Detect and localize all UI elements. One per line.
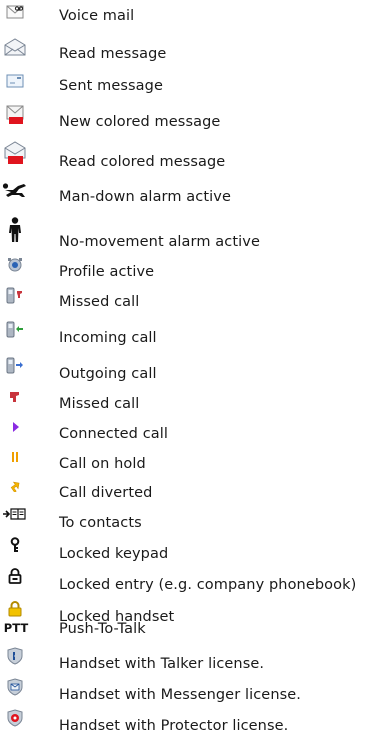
incoming-call-icon [2,318,28,342]
legend-row: Connected call [0,422,378,446]
legend-label: Handset with Messenger license. [59,687,301,703]
legend-label: Locked entry (e.g. company phonebook) [59,577,357,593]
legend-label: No-movement alarm active [59,234,260,250]
locked-entry-icon [2,564,28,588]
legend-row: Read message [0,38,378,66]
legend-row: Incoming call [0,321,378,350]
legend-label: Locked keypad [59,546,169,562]
legend-label: Handset with Talker license. [59,656,265,672]
new-colored-message-icon [2,103,28,127]
legend-row: PTT Push-To-Talk [0,620,378,644]
sent-message-icon [2,69,28,93]
man-down-alarm-icon [2,178,28,202]
missed-call-icon [2,385,28,409]
legend-label: Call on hold [59,456,146,472]
legend-row: Locked entry (e.g. company phonebook) [0,568,378,597]
legend-label: Call diverted [59,485,153,501]
profile-active-icon [2,253,28,277]
legend-row: Missed call [0,392,378,416]
call-diverted-icon [2,474,28,498]
legend-label: Sent message [59,78,163,94]
call-on-hold-icon [2,445,28,469]
legend-label: To contacts [59,515,142,531]
legend-row: Voice mail [0,4,378,28]
legend-row: New colored message [0,105,378,134]
talker-license-icon [2,644,28,668]
legend-label: Handset with Protector license. [59,718,289,734]
legend-label: Push-To-Talk [59,621,146,637]
legend-label: Profile active [59,264,155,280]
push-to-talk-icon: PTT [3,621,29,635]
legend-row: Handset with Messenger license. [0,678,378,707]
no-movement-alarm-icon [2,217,28,242]
legend-row: Missed call [0,287,378,314]
legend-row: Man-down alarm active [0,183,378,209]
voice-mail-icon [2,0,28,24]
legend-row: Sent message [0,74,378,98]
locked-keypad-icon [2,533,28,557]
legend-label: Voice mail [59,8,135,24]
legend-label: Outgoing call [59,366,157,382]
legend-label: Incoming call [59,330,157,346]
legend-row: Handset with Talker license. [0,647,378,676]
legend-row: Outgoing call [0,357,378,386]
legend-row: Call diverted [0,481,378,505]
connected-call-icon [2,415,28,439]
legend-row: Profile active [0,258,378,284]
legend-row: Locked keypad [0,537,378,566]
legend-label: Read message [59,46,167,62]
missed-call-handset-icon [2,284,28,308]
legend-row: No-movement alarm active [0,217,378,254]
legend-row: Read colored message [0,141,378,174]
outgoing-call-icon [2,354,28,378]
legend-label: Connected call [59,426,169,442]
legend-label: Read colored message [59,154,226,170]
read-colored-message-icon [2,141,28,165]
read-message-icon [2,35,28,59]
protector-license-icon [2,706,28,730]
to-contacts-icon [2,502,28,526]
legend-label: Missed call [59,294,140,310]
legend-label: New colored message [59,114,221,130]
messenger-license-icon [2,675,28,699]
legend-label: Missed call [59,396,140,412]
legend-row: Call on hold [0,452,378,476]
legend-label: Man-down alarm active [59,189,231,205]
legend-row: To contacts [0,508,378,535]
legend-row: Handset with Protector license. [0,709,378,738]
